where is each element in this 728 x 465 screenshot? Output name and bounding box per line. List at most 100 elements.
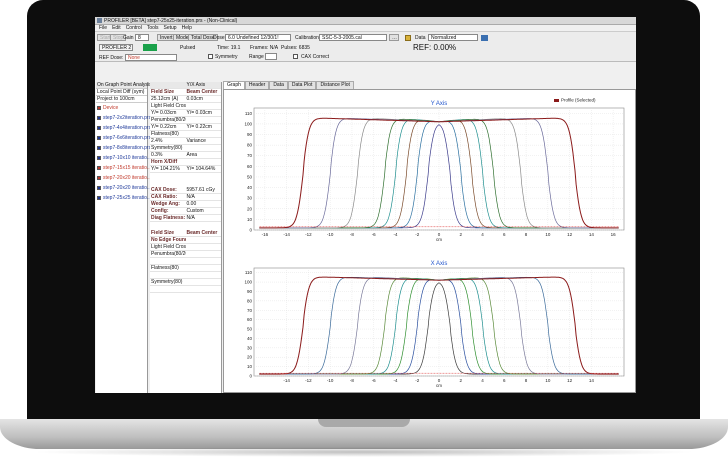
toolbar: Start Stop Gain 8 Invert Mode Total Dose… — [95, 32, 636, 62]
stat-value: Beam Center — [186, 89, 218, 95]
device-name: PROFILER 2 — [99, 44, 133, 51]
list-item[interactable]: step7-20x20 iteratio... — [96, 183, 151, 193]
list-item[interactable]: Device — [96, 103, 147, 113]
symmetry-checkbox[interactable] — [208, 54, 213, 59]
pulses-readout: Pulses: 6835 — [281, 45, 310, 51]
list-item-label: step7-25x25 iteratio... — [103, 195, 152, 201]
tab-graph[interactable]: Graph — [223, 81, 245, 89]
stat-name: Light Field Cross (25) — [151, 244, 186, 250]
stat-value — [186, 265, 222, 271]
stat-name: Y/= 0.03cm — [151, 110, 177, 116]
stat-row: Y/= 0.22cm Y/= 0.22cm — [150, 124, 221, 131]
tab-distance-plot[interactable]: Distance Plot — [316, 81, 354, 89]
list-item-label: step7-2x2iteration.prs — [103, 115, 152, 121]
stat-value: Custom — [186, 208, 204, 214]
menu-tools[interactable]: Tools — [147, 25, 159, 31]
tab-data-plot[interactable]: Data Plot — [287, 81, 317, 89]
axis-tab-label: Y/X Axis — [186, 82, 206, 88]
tab-header[interactable]: Header — [244, 81, 270, 89]
list-item[interactable]: step7-6x6iteration.prs — [96, 133, 151, 143]
axis-tab[interactable]: Y/X Axis — [150, 82, 221, 89]
stat-value — [186, 145, 222, 151]
x-tick-label: 14 — [589, 232, 595, 237]
x-tick-label: 4 — [481, 232, 484, 237]
ref-dose-select[interactable]: None — [125, 54, 177, 61]
x-tick-label: -4 — [393, 232, 397, 237]
stat-row: Field Size Beam Center — [150, 230, 221, 237]
x-tick-label: 12 — [567, 232, 573, 237]
stat-row: Light Field Cross (25) — [150, 244, 221, 251]
x-tick-label: -6 — [372, 378, 376, 383]
stat-name — [150, 272, 186, 278]
menu-setup[interactable]: Setup — [164, 25, 177, 31]
list-item[interactable]: step7-20x20 iteratio... — [96, 173, 151, 183]
stat-row: 0.3% Area — [150, 152, 221, 159]
data-select[interactable]: Normalized — [428, 34, 478, 41]
x-tick-label: 2 — [460, 232, 463, 237]
menu-help[interactable]: Help — [182, 25, 192, 31]
calibration-select[interactable]: SSC-5-3-2005.cal — [319, 34, 387, 41]
calibration-browse-button[interactable]: … — [389, 34, 399, 41]
stat-row: No Edge Found — [150, 237, 221, 244]
stat-value: 0.00 — [186, 201, 197, 207]
range-select[interactable] — [265, 53, 277, 60]
y-tick-label: 60 — [247, 317, 253, 322]
dose-select[interactable]: 6.0 Undefined 12/30/1! — [225, 34, 291, 41]
file-icon — [97, 136, 101, 140]
x-tick-label: -14 — [283, 232, 290, 237]
save-icon[interactable] — [481, 35, 488, 41]
stat-value: Y/= 104.64% — [186, 166, 216, 172]
y-tick-label: 70 — [247, 308, 253, 313]
dose-stats: CAX Dose: 5957.61 cGy CAX Ratio: N/A Wedge A… — [150, 187, 221, 222]
tab-data[interactable]: Data — [269, 81, 288, 89]
stat-row: CAX Dose: 5957.61 cGy — [150, 187, 221, 194]
list-item-label: step7-20x20 iteratio... — [103, 175, 152, 181]
menu-control[interactable]: Control — [126, 25, 142, 31]
stat-value: Y/= 0.03cm — [186, 110, 212, 116]
y-tick-label: 10 — [247, 217, 253, 222]
x-tick-label: 2 — [460, 378, 463, 383]
stat-row: Horn X/Diff — [150, 159, 221, 166]
list-item[interactable]: step7-25x25 iteratio... — [96, 193, 151, 203]
folder-icon[interactable] — [405, 35, 411, 41]
file-icon — [97, 176, 101, 180]
list-item[interactable]: step7-15x15 iteratio... — [96, 163, 151, 173]
gain-select[interactable]: 8 — [135, 34, 149, 41]
y-tick-label: 80 — [247, 298, 253, 303]
list-item[interactable]: step7-2x2iteration.prs — [96, 113, 151, 123]
stat-name: Horn X/Diff — [151, 159, 178, 165]
x-tick-label: -14 — [283, 378, 290, 383]
cax-correct-checkbox[interactable] — [293, 54, 298, 59]
pulsed-label: Pulsed — [180, 45, 196, 51]
menu-edit[interactable]: Edit — [112, 25, 121, 31]
y-tick-label: 80 — [247, 143, 253, 148]
y-tick-label: 30 — [247, 196, 253, 201]
local-point-select[interactable]: Local Point Diff (sym) — [96, 89, 147, 96]
stat-value — [186, 251, 222, 257]
list-item[interactable]: step7-10x10 iteratio... — [96, 153, 151, 163]
stat-name: Y/= 0.22cm — [151, 124, 177, 130]
list-item[interactable]: step7-8x8iteration.prs — [96, 143, 151, 153]
project-checkbox-label[interactable]: Project to 100cm — [96, 96, 147, 103]
list-item[interactable]: step7-4x4iteration.prs — [96, 123, 151, 133]
stat-value: Variance — [186, 138, 206, 144]
file-icon — [97, 106, 101, 110]
x-axis-label: cm — [436, 383, 442, 388]
stat-row: 25.12cm (A) 0.03cm — [150, 96, 221, 103]
file-icon — [97, 126, 101, 130]
stat-name: Penumbra(80/20) — [151, 251, 186, 257]
x-tick-label: -12 — [305, 232, 312, 237]
stat-name: CAX Dose: — [151, 187, 177, 193]
x-axis-label: cm — [436, 237, 442, 242]
x-tick-label: -12 — [305, 378, 312, 383]
y-tick-label: 50 — [247, 327, 253, 332]
analysis-panel: Y/X Axis Field Size Beam Center 25.12cm (A… — [150, 82, 222, 393]
stat-value — [186, 258, 222, 264]
stat-row: Config: Custom — [150, 208, 221, 215]
stat-name: Flatness(80) — [151, 131, 179, 137]
stat-value: Y/= 0.22cm — [186, 124, 212, 130]
stat-row: 2.4% Variance — [150, 138, 221, 145]
stat-value — [186, 286, 222, 292]
menu-file[interactable]: File — [99, 25, 107, 31]
stat-row: Wedge Ang: 0.00 — [150, 201, 221, 208]
